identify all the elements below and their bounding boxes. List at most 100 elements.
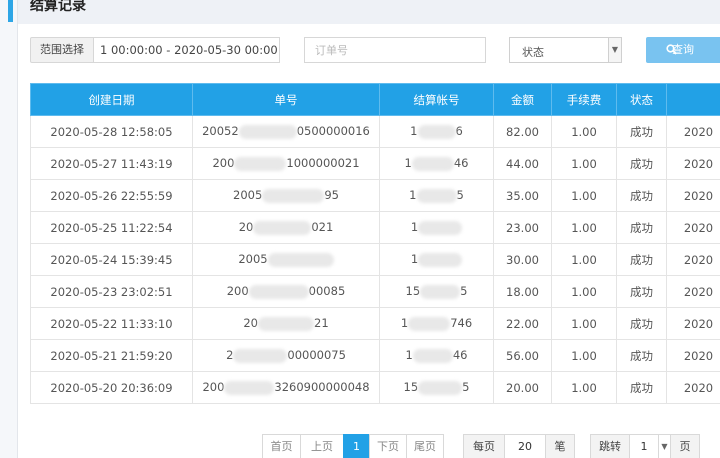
- page-1-button[interactable]: 1: [343, 434, 370, 458]
- first-page-button[interactable]: 首页: [262, 434, 301, 458]
- table-cell: 2020-05-26 22:55:59: [30, 179, 193, 212]
- table-row: 2020-05-25 11:22:54 20 021 1 23.00 1.00 成功 2020: [30, 211, 720, 244]
- cell-fee: 1.00: [571, 188, 597, 203]
- content-panel: 范围选择 1 00:00:00 - 2020-05-30 00:00:00 状态…: [18, 24, 720, 458]
- cell-order-suffix: 021: [311, 220, 334, 235]
- table-cell: 1.00: [551, 275, 617, 308]
- title-bar: 结算记录: [18, 0, 720, 24]
- redacted-mask: [418, 380, 463, 395]
- table-row: 2020-05-21 21:59:20 2 00000075 1 46 56.00 1.00…: [30, 339, 720, 372]
- table-cell: 16: [379, 115, 494, 148]
- table-cell: 2020: [666, 307, 720, 340]
- cell-order-suffix: 21: [314, 316, 329, 331]
- per-page-label: 每页: [463, 434, 505, 458]
- table-cell: 1.00: [551, 371, 617, 404]
- last-page-button[interactable]: 尾页: [406, 434, 444, 458]
- cell-status: 成功: [630, 316, 653, 331]
- table-cell: 20 21: [192, 307, 380, 340]
- header-fee: 手续费: [551, 83, 617, 116]
- table-cell: 2020: [666, 147, 720, 180]
- chevron-down-icon[interactable]: ▼: [608, 38, 621, 62]
- per-page-unit: 笔: [545, 434, 575, 458]
- redacted-mask: [416, 188, 457, 203]
- cell-account-prefix: 15: [403, 380, 419, 395]
- cell-account-suffix: 46: [453, 156, 469, 171]
- table-cell: 1.00: [551, 179, 617, 212]
- cell-order-prefix: 2005: [233, 188, 263, 203]
- table-row: 2020-05-27 11:43:19 200 1000000021 1 46 44.00…: [30, 147, 720, 180]
- table-cell: 1.00: [551, 243, 617, 276]
- jump-label: 跳转: [590, 434, 630, 458]
- cell-account-suffix: 6: [455, 124, 463, 139]
- cell-extra: 2020: [683, 156, 714, 171]
- status-select[interactable]: 状态 ▼: [509, 37, 622, 63]
- cell-fee: 1.00: [571, 124, 597, 139]
- cell-date: 2020-05-25 11:22:54: [50, 220, 173, 235]
- cell-account-prefix: 1: [404, 156, 412, 171]
- prev-page-button[interactable]: 上页: [300, 434, 344, 458]
- table-cell: 1 46: [379, 147, 494, 180]
- header-create-date: 创建日期: [30, 83, 193, 116]
- jump-page-input[interactable]: 1: [629, 434, 659, 458]
- header-status: 状态: [616, 83, 667, 116]
- table-cell: 成功: [616, 307, 667, 340]
- table-cell: 成功: [616, 339, 667, 372]
- table-cell: 2 00000075: [192, 339, 380, 372]
- table-cell: 15: [379, 179, 494, 212]
- redacted-mask: [408, 316, 451, 331]
- table-cell: 2020: [666, 179, 720, 212]
- table-header-row: 创建日期 单号 结算帐号 金额 手续费 状态: [30, 83, 720, 116]
- table-cell: 1 746: [379, 307, 494, 340]
- table-cell: 20052 0500000016: [192, 115, 380, 148]
- order-number-input[interactable]: [304, 37, 486, 63]
- cell-order-suffix: 1000000021: [286, 156, 360, 171]
- cell-fee: 1.00: [571, 348, 597, 363]
- cell-account-prefix: 1: [400, 316, 409, 331]
- table-cell: 35.00: [493, 179, 552, 212]
- cell-extra: 2020: [683, 252, 714, 267]
- table-row: 2020-05-24 15:39:45 2005 1 30.00 1.00 成功 2020: [30, 243, 720, 276]
- redacted-mask: [224, 380, 275, 395]
- next-page-button[interactable]: 下页: [369, 434, 407, 458]
- date-range-input[interactable]: 1 00:00:00 - 2020-05-30 00:00:00: [94, 37, 280, 63]
- cell-account-suffix: 5: [460, 284, 468, 299]
- cell-account-suffix: 5: [456, 188, 464, 203]
- cell-amount: 23.00: [506, 220, 539, 235]
- header-order-number: 单号: [192, 83, 380, 116]
- table-row: 2020-05-28 12:58:05 20052 0500000016 1 6 82.0…: [30, 115, 720, 148]
- redacted-mask: [267, 252, 334, 267]
- cell-status: 成功: [630, 348, 653, 363]
- table-row: 2020-05-20 20:36:09 200 3260900000048 15 5 20…: [30, 371, 720, 404]
- table-cell: 200 00085: [192, 275, 380, 308]
- query-button[interactable]: 查询: [646, 37, 720, 63]
- cell-extra: 2020: [683, 220, 714, 235]
- jump-control: 跳转 1 ▼ 页: [590, 434, 700, 458]
- redacted-mask: [234, 156, 287, 171]
- table-cell: 2020: [666, 339, 720, 372]
- page-title: 结算记录: [30, 0, 86, 14]
- cell-date: 2020-05-24 15:39:45: [50, 252, 173, 267]
- cell-account-prefix: 1: [410, 252, 419, 267]
- table-cell: 成功: [616, 243, 667, 276]
- cell-account-prefix: 1: [409, 188, 417, 203]
- table-cell: 200 3260900000048: [192, 371, 380, 404]
- cell-amount: 56.00: [506, 348, 539, 363]
- table-cell: 2020-05-28 12:58:05: [30, 115, 193, 148]
- table-cell: 82.00: [493, 115, 552, 148]
- table-cell: 成功: [616, 115, 667, 148]
- table-cell: 成功: [616, 179, 667, 212]
- search-icon: [666, 44, 677, 55]
- cell-order-prefix: 20052: [202, 124, 239, 139]
- cell-order-suffix: 00000075: [287, 348, 346, 363]
- table-cell: 2020-05-21 21:59:20: [30, 339, 193, 372]
- redacted-mask: [238, 124, 297, 139]
- redacted-mask: [412, 348, 453, 363]
- cell-date: 2020-05-23 23:02:51: [50, 284, 173, 299]
- cell-order-prefix: 2: [226, 348, 234, 363]
- cell-extra: 2020: [683, 348, 714, 363]
- cell-order-suffix: 0500000016: [296, 124, 370, 139]
- table-cell: 23.00: [493, 211, 552, 244]
- table-row: 2020-05-26 22:55:59 2005 95 1 5 35.00 1.00 成功 20…: [30, 179, 720, 212]
- table-cell: 1.00: [551, 147, 617, 180]
- per-page-input[interactable]: 20: [504, 434, 546, 458]
